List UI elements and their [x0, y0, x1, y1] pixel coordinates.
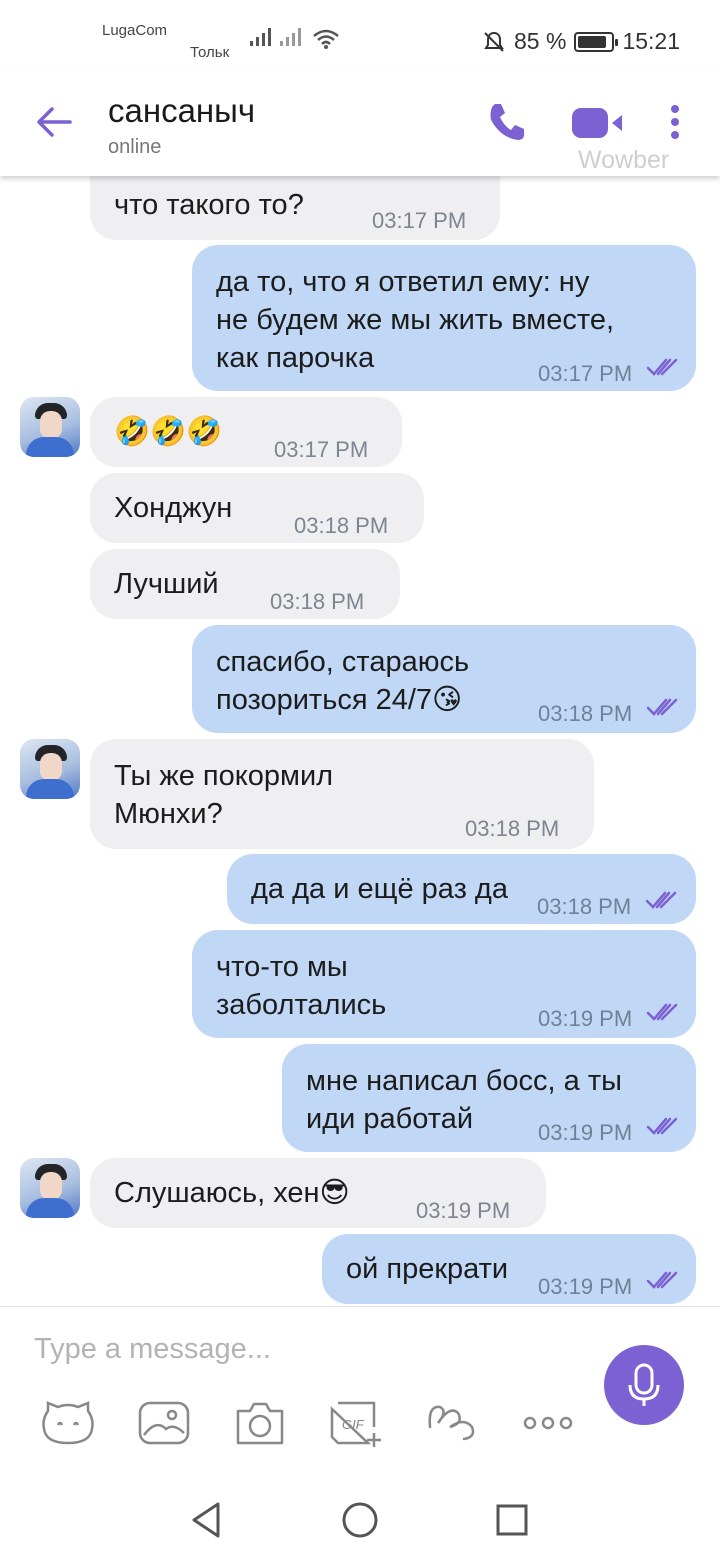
message-time: 03:19 PM	[538, 1006, 633, 1031]
message-outgoing[interactable]: ой прекрати 03:19 PM	[322, 1234, 696, 1304]
more-vertical-icon[interactable]	[668, 104, 682, 140]
voice-message-button[interactable]	[604, 1345, 684, 1425]
message-input[interactable]	[34, 1327, 574, 1371]
composer: GIF	[0, 1306, 720, 1480]
message-outgoing[interactable]: что-то мы заболтались 03:19 PM	[192, 930, 696, 1038]
more-options-icon[interactable]	[520, 1397, 576, 1449]
message-outgoing[interactable]: да да и ещё раз да 03:18 PM	[227, 854, 696, 924]
message-time: 03:17 PM	[372, 208, 467, 233]
message-outgoing[interactable]: спасибо, стараюсь позориться 24/7😘 03:18…	[192, 625, 696, 733]
message-incoming[interactable]: что такого то? 03:17 PM	[90, 176, 500, 240]
read-ticks-icon	[646, 698, 678, 716]
camera-icon[interactable]	[232, 1397, 288, 1449]
svg-text:GIF: GIF	[342, 1417, 365, 1432]
chat-header: сансаныч online Wowber	[0, 70, 720, 176]
message-incoming[interactable]: Лучший 03:18 PM	[90, 549, 400, 619]
message-outgoing[interactable]: да то, что я ответил ему: ну не будем же…	[192, 245, 696, 391]
message-time: 03:17 PM	[274, 437, 369, 462]
message-incoming[interactable]: Слушаюсь, хен😎 03:19 PM	[90, 1158, 546, 1228]
contact-avatar[interactable]	[20, 397, 80, 457]
back-arrow-icon[interactable]	[34, 104, 74, 140]
read-ticks-icon	[645, 891, 677, 909]
system-nav-bar	[0, 1480, 720, 1560]
message-text: Хонджун	[114, 492, 233, 524]
read-ticks-icon	[646, 358, 678, 376]
contact-status: online	[108, 136, 162, 158]
message-text: 🤣🤣🤣	[114, 416, 223, 448]
message-text: ой прекрати	[346, 1253, 509, 1285]
battery-icon	[574, 31, 619, 52]
message-time: 03:19 PM	[416, 1198, 511, 1223]
status-bar: LugaCom Тольк 85 % 15:21	[0, 0, 720, 70]
contact-avatar[interactable]	[20, 1158, 80, 1218]
message-incoming[interactable]: 🤣🤣🤣 03:17 PM	[90, 397, 402, 467]
clock: 15:21	[622, 28, 680, 54]
message-time: 03:18 PM	[270, 589, 365, 614]
message-text: что-то мы заболтались	[216, 951, 387, 1021]
message-time: 03:19 PM	[538, 1120, 633, 1145]
message-time: 03:18 PM	[538, 701, 633, 726]
message-incoming[interactable]: Ты же покормил Мюнхи? 03:18 PM	[90, 739, 594, 849]
microphone-icon	[628, 1363, 660, 1406]
gallery-icon[interactable]	[136, 1397, 192, 1449]
doodle-icon[interactable]	[424, 1397, 480, 1449]
signal-icon	[250, 28, 271, 46]
nav-recents-icon[interactable]	[494, 1500, 530, 1540]
battery-percent: 85 %	[514, 28, 567, 54]
wifi-icon	[313, 29, 339, 49]
message-time: 03:18 PM	[537, 894, 632, 919]
carrier-sub: Тольк	[190, 44, 230, 61]
message-text: что такого то?	[114, 189, 304, 221]
message-time: 03:17 PM	[538, 361, 633, 386]
message-text: спасибо, стараюсь позориться 24/7😘	[216, 646, 470, 716]
message-time: 03:19 PM	[538, 1274, 633, 1299]
nav-back-icon[interactable]	[188, 1500, 224, 1540]
watermark: Wowber	[578, 146, 670, 174]
read-ticks-icon	[646, 1271, 678, 1289]
phone-call-icon[interactable]	[487, 100, 527, 142]
message-text: Лучший	[114, 568, 219, 600]
read-ticks-icon	[646, 1003, 678, 1021]
read-ticks-icon	[646, 1117, 678, 1135]
nav-home-icon[interactable]	[340, 1500, 380, 1540]
mute-bell-icon	[484, 31, 504, 52]
contact-name[interactable]: сансаныч	[108, 92, 255, 130]
message-time: 03:18 PM	[465, 816, 560, 841]
message-list[interactable]: что такого то? 03:17 PM да то, что я отв…	[0, 176, 720, 1306]
message-incoming[interactable]: Хонджун 03:18 PM	[90, 473, 424, 543]
message-text: Ты же покормил Мюнхи?	[114, 760, 334, 830]
contact-avatar[interactable]	[20, 739, 80, 799]
message-text: Слушаюсь, хен😎	[114, 1177, 350, 1209]
message-text: да да и ещё раз да	[251, 873, 508, 905]
gif-icon[interactable]: GIF	[328, 1397, 384, 1449]
sticker-icon[interactable]	[40, 1397, 96, 1449]
message-outgoing[interactable]: мне написал босс, а ты иди работай 03:19…	[282, 1044, 696, 1152]
message-time: 03:18 PM	[294, 513, 389, 538]
signal-off-icon	[280, 28, 301, 46]
carrier-name: LugaCom	[102, 22, 168, 39]
video-call-icon[interactable]	[570, 106, 626, 140]
